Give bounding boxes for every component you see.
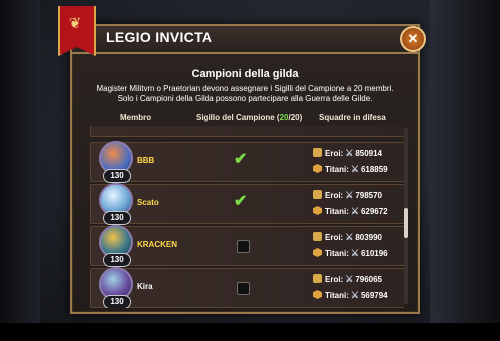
titans-label: Titani: [325,291,349,300]
member-row[interactable]: 130 BBB ✔ Eroi: ⚔ 850914 Titani: ⚔ 618859 [90,141,404,183]
heroes-icon [313,190,322,199]
list-row-partial-top [90,126,404,137]
close-button[interactable]: ✕ [400,26,426,52]
heroes-power-value: 798570 [355,191,383,200]
member-name: BBB [137,156,155,165]
heroes-icon [313,274,322,283]
heroes-power: Eroi: ⚔ 850914 [313,148,382,159]
member-row[interactable]: 130 Kira Eroi: ⚔ 796065 Titani: ⚔ 569794 [90,267,404,308]
titans-icon [313,206,322,215]
heroes-label: Eroi: [325,275,344,284]
title-bar: LEGIO INVICTA [72,26,418,54]
titans-power: Titani: ⚔ 610196 [313,248,388,259]
heroes-power-value: 850914 [355,149,383,158]
checkmark-icon[interactable]: ✔ [234,191,247,211]
heroes-power-value: 803990 [355,233,383,242]
crossed-swords-icon: ⚔ [350,248,359,258]
level-badge: 130 [103,211,131,225]
heroes-label: Eroi: [325,233,344,242]
dialog-description: Magister Militvm o Praetorian devono ass… [96,84,394,103]
laurel-wreath-icon: ❦ [68,15,82,32]
heroes-label: Eroi: [325,149,344,158]
column-header-member: Membro [120,113,152,122]
member-row[interactable]: 130 Scato ✔ Eroi: ⚔ 798570 Titani: ⚔ 629672 [90,183,404,225]
titans-power-value: 618859 [360,165,388,174]
crossed-swords-icon: ⚔ [350,290,359,300]
titans-power-value: 569794 [360,291,388,300]
crossed-swords-icon: ⚔ [345,232,354,242]
scrollbar-thumb[interactable] [404,208,408,238]
titans-label: Titani: [325,249,349,258]
seal-count-close: /20) [288,113,303,122]
titans-power-value: 610196 [360,249,388,258]
background-wall-left [0,0,40,341]
crossed-swords-icon: ⚔ [350,206,359,216]
heroes-power-value: 796065 [355,275,383,284]
dialog-subtitle: Campioni della gilda [191,68,299,80]
column-header-defense: Squadre in difesa [319,113,386,122]
bottom-letterbox [0,323,500,341]
titans-label: Titani: [325,165,349,174]
titans-icon [313,248,322,257]
heroes-power: Eroi: ⚔ 796065 [313,274,382,285]
checkmark-icon[interactable]: ✔ [234,149,247,169]
crossed-swords-icon: ⚔ [345,274,354,284]
game-background: LEGIO INVICTA Campioni della gilda Magis… [0,0,500,341]
level-badge: 130 [103,295,131,308]
heroes-icon [313,148,322,157]
member-list[interactable]: 130 BBB ✔ Eroi: ⚔ 850914 Titani: ⚔ 618859 13… [82,126,404,308]
crossed-swords-icon: ⚔ [345,190,354,200]
heroes-label: Eroi: [325,191,344,200]
champion-seal-checkbox[interactable] [237,282,250,295]
titans-icon [313,164,322,173]
member-name: Kira [137,282,153,291]
heroes-power: Eroi: ⚔ 803990 [313,232,382,243]
titans-label: Titani: [325,207,349,216]
member-name: KRACKEN [137,240,177,249]
titans-power: Titani: ⚔ 629672 [313,206,388,217]
heroes-power: Eroi: ⚔ 798570 [313,190,382,201]
titans-power-value: 629672 [360,207,388,216]
crossed-swords-icon: ⚔ [345,148,354,158]
seal-count-current: 20 [279,113,289,122]
titans-power: Titani: ⚔ 569794 [313,290,388,301]
background-wall-right [430,0,500,341]
level-badge: 130 [103,253,131,267]
champion-seal-checkbox[interactable] [237,240,250,253]
guild-champions-dialog: LEGIO INVICTA Campioni della gilda Magis… [70,24,420,314]
level-badge: 130 [103,169,131,183]
crossed-swords-icon: ⚔ [350,164,359,174]
column-header-seal: Sigillo del Campione (20/20) [196,113,302,122]
member-row[interactable]: 130 KRACKEN Eroi: ⚔ 803990 Titani: ⚔ 610196 [90,225,404,267]
member-name: Scato [137,198,159,207]
titans-icon [313,290,322,299]
heroes-icon [313,232,322,241]
window-title: LEGIO INVICTA [106,29,213,45]
titans-power: Titani: ⚔ 618859 [313,164,388,175]
seal-header-label: Sigillo del Campione [196,113,275,122]
